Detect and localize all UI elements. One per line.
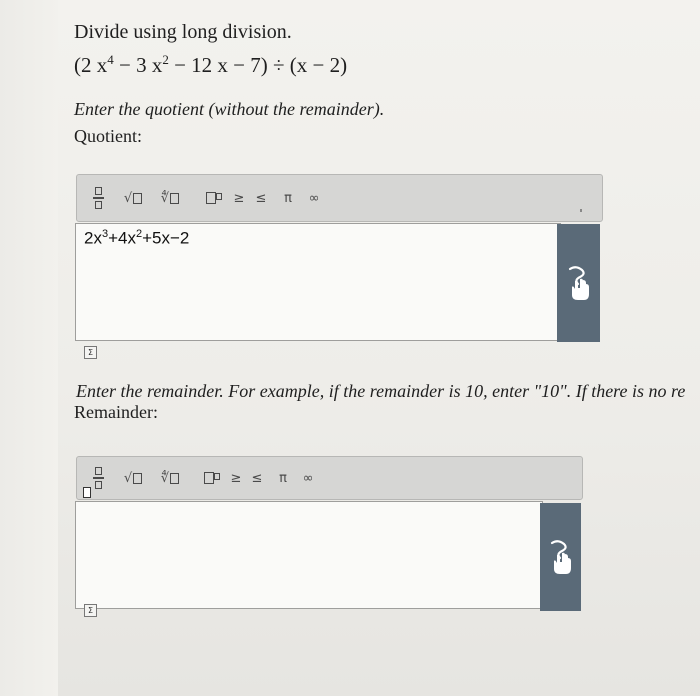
toolbar-tick <box>580 209 582 212</box>
quotient-prompt: Enter the quotient (without the remainde… <box>74 99 385 119</box>
nth-root-icon: ∜ <box>160 190 170 206</box>
infinity-button[interactable]: ∞ <box>305 175 323 221</box>
expr-part-open: (2 x <box>74 53 108 77</box>
nth-root-button[interactable]: ∜ <box>155 175 185 221</box>
leq-button[interactable]: ≤ <box>254 175 268 221</box>
remainder-prompt: Enter the remainder. For example, if the… <box>76 381 686 401</box>
remainder-math-toolbar: √ ∜ ≥ ≤ π ∞ <box>76 456 583 500</box>
problem-expression: (2 x4 − 3 x2 − 12 x − 7) ÷ (x − 2) <box>74 52 347 78</box>
remainder-answer-field[interactable] <box>75 501 543 609</box>
sqrt-icon: √ <box>123 190 133 206</box>
power-button[interactable] <box>201 457 223 499</box>
quotient-label: Quotient: <box>74 126 142 146</box>
quotient-math-toolbar: √ ∜ ≥ ≤ π ∞ <box>76 174 603 222</box>
sqrt-button[interactable]: √ <box>119 175 147 221</box>
ans-part-b: +4x <box>108 228 136 248</box>
infinity-button[interactable]: ∞ <box>299 457 317 499</box>
left-gutter <box>0 0 58 696</box>
hand-pointer-icon <box>550 540 571 574</box>
input-placeholder-box[interactable] <box>83 487 91 498</box>
sqrt-button[interactable]: √ <box>119 457 147 499</box>
sqrt-icon: √ <box>123 470 133 486</box>
expr-part-close: ) ÷ (x − 2) <box>260 53 348 77</box>
nth-root-button[interactable]: ∜ <box>155 457 185 499</box>
power-button[interactable] <box>203 175 225 221</box>
quotient-handwriting-tab[interactable] <box>557 224 600 342</box>
pi-button[interactable]: π <box>276 457 290 499</box>
quotient-answer-value: 2x3+4x2+5x−2 <box>84 228 189 249</box>
sigma-button[interactable]: Σ <box>84 346 97 359</box>
quotient-answer-field[interactable]: 2x3+4x2+5x−2 <box>75 223 561 341</box>
fraction-icon <box>92 467 104 489</box>
expr-part-mid1: − 3 x <box>113 53 163 77</box>
fraction-icon <box>92 187 104 209</box>
pi-button[interactable]: π <box>281 175 295 221</box>
geq-button[interactable]: ≥ <box>229 457 243 499</box>
problem-instruction: Divide using long division. <box>74 21 292 43</box>
remainder-handwriting-tab[interactable] <box>540 503 581 611</box>
ans-part-a: 2x <box>84 228 102 248</box>
sigma-button[interactable]: Σ <box>84 604 97 617</box>
hand-pointer-icon <box>568 266 589 300</box>
remainder-label: Remainder: <box>74 402 158 422</box>
power-icon <box>206 192 216 204</box>
fraction-button[interactable] <box>87 175 109 221</box>
leq-button[interactable]: ≤ <box>250 457 264 499</box>
nth-root-icon: ∜ <box>160 470 170 486</box>
power-icon <box>204 472 214 484</box>
expr-part-mid2: − 12 x − 7 <box>168 53 261 77</box>
geq-button[interactable]: ≥ <box>232 175 246 221</box>
ans-part-c: +5x−2 <box>142 228 190 248</box>
